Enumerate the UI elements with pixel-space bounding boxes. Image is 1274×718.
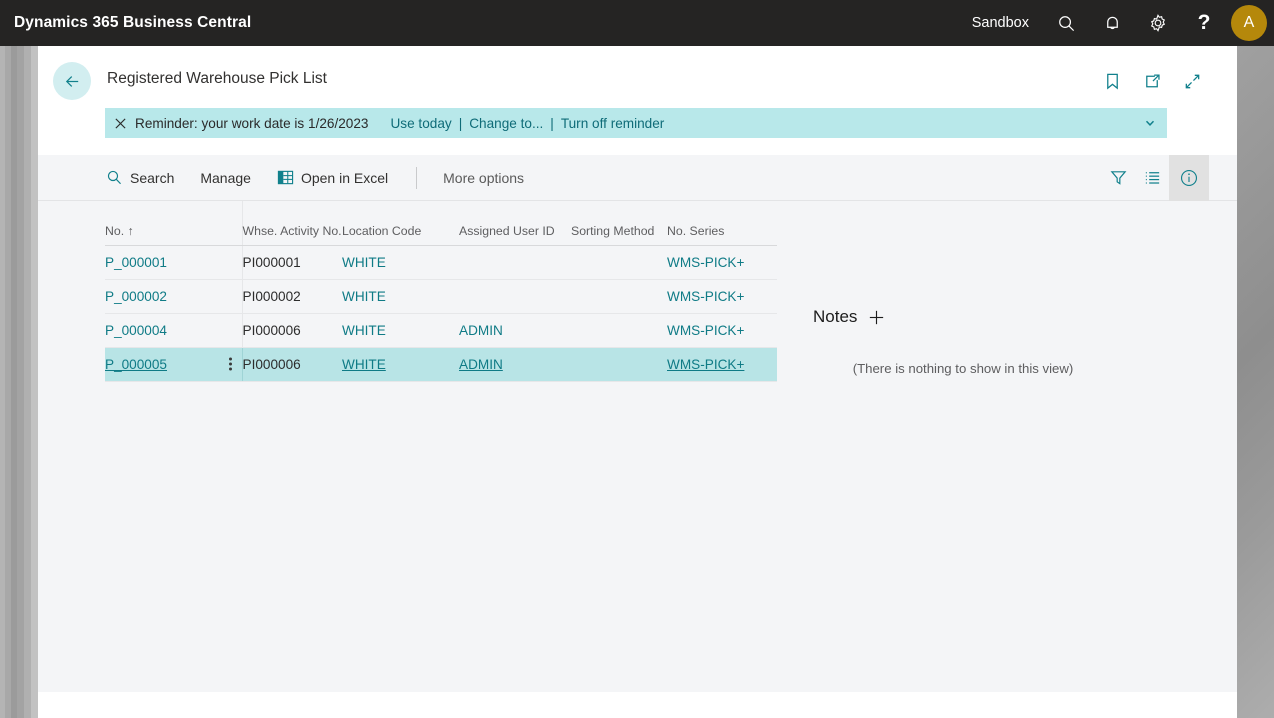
window-right-gutter xyxy=(1237,46,1274,718)
notes-title: Notes xyxy=(813,307,858,326)
action-toolbar: Search Manage Open in Excel More options xyxy=(38,154,1237,201)
more-options-button[interactable]: More options xyxy=(443,170,524,186)
window-left-gutter xyxy=(0,46,38,718)
reminder-message: Reminder: your work date is 1/26/2023 xyxy=(135,115,369,131)
cell-location-code[interactable]: WHITE xyxy=(342,289,386,304)
bookmark-icon[interactable] xyxy=(1099,68,1125,94)
search-button[interactable]: Search xyxy=(106,169,174,186)
search-icon[interactable] xyxy=(1043,0,1089,46)
search-label: Search xyxy=(130,169,175,186)
column-header-sorting-method[interactable]: Sorting Method xyxy=(571,201,667,246)
help-question-label: ? xyxy=(1197,11,1211,34)
table-row[interactable]: P_000004 PI000006 WHITE ADMIN WMS-PICK+ xyxy=(105,313,777,348)
work-date-reminder-bar: Reminder: your work date is 1/26/2023 Us… xyxy=(105,108,1167,138)
cell-assigned-user-id[interactable]: ADMIN xyxy=(459,357,503,372)
avatar[interactable]: A xyxy=(1231,5,1267,41)
notes-empty-message: (There is nothing to show in this view) xyxy=(852,361,1074,376)
cell-whse-activity-no: PI000006 xyxy=(242,313,342,348)
manage-button[interactable]: Manage xyxy=(200,170,251,186)
app-root: Dynamics 365 Business Central Sandbox ? … xyxy=(0,0,1274,718)
notes-header: Notes xyxy=(813,307,1163,327)
toolbar-divider xyxy=(416,166,418,189)
row-menu-icon[interactable] xyxy=(228,356,232,373)
cell-no[interactable]: P_000002 xyxy=(105,289,167,304)
page-header: Registered Warehouse Pick List Reminder:… xyxy=(38,46,1237,155)
cell-location-code[interactable]: WHITE xyxy=(342,255,386,270)
cell-no-series[interactable]: WMS-PICK+ xyxy=(667,323,744,338)
column-header-whse-activity-no[interactable]: Whse. Activity No. xyxy=(242,201,342,246)
page-title: Registered Warehouse Pick List xyxy=(107,70,327,87)
cell-sorting-method xyxy=(571,279,667,314)
close-icon[interactable] xyxy=(105,108,135,138)
app-header-bar: Dynamics 365 Business Central Sandbox ? … xyxy=(0,0,1274,46)
column-header-location-code[interactable]: Location Code xyxy=(342,201,459,246)
environment-badge: Sandbox xyxy=(971,15,1029,31)
cell-sorting-method xyxy=(571,245,667,280)
cell-sorting-method xyxy=(571,347,667,382)
app-title: Dynamics 365 Business Central xyxy=(14,14,252,31)
page-header-actions xyxy=(1099,68,1205,94)
cell-sorting-method xyxy=(571,313,667,348)
notification-bell-icon[interactable] xyxy=(1089,0,1135,46)
use-today-link[interactable]: Use today xyxy=(390,116,451,131)
change-to-link[interactable]: Change to... xyxy=(469,116,543,131)
cell-no-series[interactable]: WMS-PICK+ xyxy=(667,357,744,372)
pick-list-table: No. ↑ Whse. Activity No. Location Code A… xyxy=(105,201,777,382)
chevron-down-icon[interactable] xyxy=(1133,108,1167,138)
add-note-plus-icon[interactable] xyxy=(867,308,886,327)
cell-no-series[interactable]: WMS-PICK+ xyxy=(667,289,744,304)
cell-whse-activity-no: PI000002 xyxy=(242,279,342,314)
reminder-links: Use today | Change to... | Turn off remi… xyxy=(390,116,664,131)
help-question-icon[interactable]: ? xyxy=(1181,0,1227,46)
page-body: Search Manage Open in Excel More options… xyxy=(38,154,1237,692)
search-icon xyxy=(106,169,123,186)
cell-no-series[interactable]: WMS-PICK+ xyxy=(667,255,744,270)
manage-label: Manage xyxy=(200,169,251,186)
back-button[interactable] xyxy=(53,62,91,100)
cell-whse-activity-no: PI000006 xyxy=(242,347,342,382)
cell-no[interactable]: P_000001 xyxy=(105,255,167,270)
settings-gear-icon[interactable] xyxy=(1135,0,1181,46)
page-footer xyxy=(38,692,1237,718)
turn-off-reminder-link[interactable]: Turn off reminder xyxy=(561,116,665,131)
page-surface: Registered Warehouse Pick List Reminder:… xyxy=(38,46,1237,692)
filter-icon[interactable] xyxy=(1101,158,1135,198)
table-body: P_000001 PI000001 WHITE WMS-PICK+ P_0000… xyxy=(105,245,777,382)
cell-location-code[interactable]: WHITE xyxy=(342,357,386,372)
excel-label: Open in Excel xyxy=(300,169,389,186)
column-header-no[interactable]: No. ↑ xyxy=(105,201,243,246)
link-separator-1: | xyxy=(458,115,463,131)
link-separator-2: | xyxy=(550,115,554,131)
cell-assigned-user-id[interactable]: ADMIN xyxy=(459,323,503,338)
list-view-icon[interactable] xyxy=(1135,158,1169,198)
notes-pane: Notes (There is nothing to show in this … xyxy=(813,307,1163,376)
collapse-icon[interactable] xyxy=(1179,68,1205,94)
cell-whse-activity-no: PI000001 xyxy=(242,245,342,280)
table-row[interactable]: P_000002 PI000002 WHITE WMS-PICK+ xyxy=(105,279,777,314)
open-in-new-window-icon[interactable] xyxy=(1139,68,1165,94)
table-header-row: No. ↑ Whse. Activity No. Location Code A… xyxy=(105,201,777,246)
table-row[interactable]: P_000001 PI000001 WHITE WMS-PICK+ xyxy=(105,245,777,280)
cell-location-code[interactable]: WHITE xyxy=(342,323,386,338)
column-header-assigned-user-id[interactable]: Assigned User ID xyxy=(459,201,571,246)
table-row-selected[interactable]: P_000005 PI000006 WHITE ADMIN WMS-PICK+ xyxy=(105,347,777,382)
app-header-actions: Sandbox ? A xyxy=(958,0,1274,46)
cell-no[interactable]: P_000004 xyxy=(105,323,167,338)
excel-icon xyxy=(277,169,294,186)
more-options-label: More options xyxy=(443,169,525,186)
column-header-no-series[interactable]: No. Series xyxy=(667,201,777,246)
info-icon[interactable] xyxy=(1169,154,1209,201)
cell-no[interactable]: P_000005 xyxy=(105,357,167,372)
open-in-excel-button[interactable]: Open in Excel xyxy=(277,169,388,186)
toolbar-right-actions xyxy=(1101,154,1237,201)
